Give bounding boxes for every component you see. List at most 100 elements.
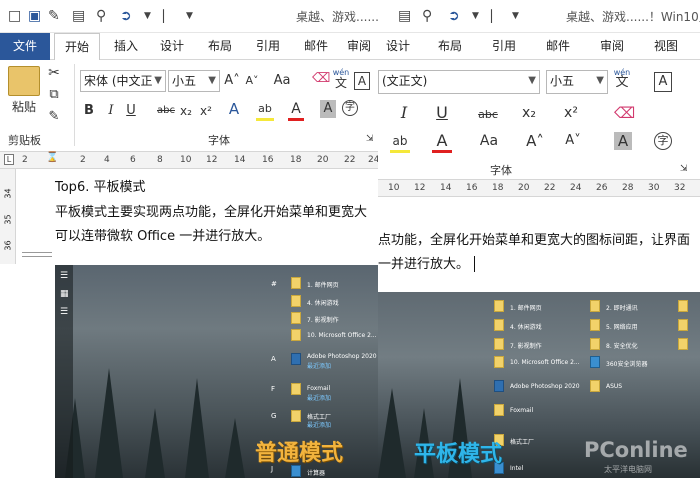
paste-icon[interactable] xyxy=(8,66,40,96)
start-item[interactable]: Foxmail xyxy=(307,385,330,392)
folder-icon[interactable] xyxy=(291,329,301,341)
folder-icon[interactable] xyxy=(494,300,504,312)
tab-references[interactable]: 引用 xyxy=(246,33,290,60)
start-item[interactable]: 10. Microsoft Office 2... xyxy=(307,332,377,339)
folder-icon[interactable] xyxy=(291,312,301,324)
superscript-button[interactable]: x² xyxy=(198,102,214,120)
dialog-launcher-icon[interactable]: ⇲ xyxy=(366,134,374,144)
enclose-character-icon[interactable]: 字 xyxy=(342,100,358,116)
underline-button[interactable]: U xyxy=(124,102,138,120)
start-item[interactable]: ASUS xyxy=(606,383,622,390)
superscript-button[interactable]: x² xyxy=(562,104,580,122)
paste-button[interactable]: 粘贴 xyxy=(6,98,42,116)
share-icon[interactable]: ➲ xyxy=(120,8,132,24)
share-icon[interactable]: ➲ xyxy=(448,8,460,24)
font-size-combo[interactable]: 小五 ▼ xyxy=(546,70,608,94)
folder-icon[interactable] xyxy=(291,295,301,307)
photoshop-icon[interactable] xyxy=(291,353,301,365)
font-size-combo[interactable]: 小五 ▼ xyxy=(168,70,220,92)
start-item[interactable]: 4. 休闲游戏 xyxy=(510,322,542,331)
character-border-button[interactable]: A xyxy=(654,72,672,92)
doc-heading[interactable]: Top6. 平板模式 xyxy=(55,176,145,199)
start-item[interactable]: Adobe Photoshop 2020 xyxy=(307,353,377,360)
character-border-button[interactable]: A xyxy=(354,72,370,90)
dropdown-arrow-icon[interactable]: ▼ xyxy=(472,8,479,24)
italic-button[interactable]: I xyxy=(104,102,118,120)
folder-icon[interactable] xyxy=(494,319,504,331)
start-item[interactable]: 7. 影视制作 xyxy=(307,315,339,324)
doc-paragraph-line[interactable]: 一并进行放大。 xyxy=(378,253,469,276)
cut-icon[interactable]: ✂ xyxy=(46,64,62,82)
tiles-icon[interactable]: ▦ xyxy=(60,289,69,299)
change-case-button[interactable]: Aa xyxy=(270,72,294,90)
tab-mailings[interactable]: 邮件 xyxy=(536,33,580,60)
find-icon[interactable]: ⚲ xyxy=(422,8,432,24)
enclose-character-icon[interactable]: 字 xyxy=(654,132,672,150)
start-item[interactable]: 格式工厂 xyxy=(510,437,534,446)
tab-file[interactable]: 文件 xyxy=(0,33,50,60)
tab-review[interactable]: 审阅 xyxy=(340,33,378,60)
shrink-font-button[interactable]: A˅ xyxy=(244,72,260,90)
tab-design[interactable]: 设计 xyxy=(378,33,418,60)
dropdown-arrow-icon[interactable]: ▼ xyxy=(144,8,151,24)
tab-references[interactable]: 引用 xyxy=(482,33,526,60)
print-preview-icon[interactable]: ▤ xyxy=(72,8,85,24)
character-shading-icon[interactable]: A xyxy=(614,132,632,150)
start-item[interactable]: 10. Microsoft Office 2... xyxy=(510,359,580,366)
start-item[interactable]: 360安全浏览器 xyxy=(606,359,647,368)
customize-toolbar-icon[interactable]: ▼ xyxy=(186,8,193,24)
phonetic-guide-button[interactable]: 文 xyxy=(332,74,350,92)
subscript-button[interactable]: x₂ xyxy=(178,102,194,120)
font-color-icon[interactable]: A xyxy=(432,132,452,153)
customize-toolbar-icon[interactable]: ▼ xyxy=(512,8,519,24)
tab-mailings[interactable]: 邮件 xyxy=(294,33,338,60)
grow-font-button[interactable]: A˄ xyxy=(526,132,544,150)
shrink-font-button[interactable]: A˅ xyxy=(564,132,582,150)
folder-icon[interactable] xyxy=(494,338,504,350)
highlight-icon[interactable]: ab xyxy=(390,132,410,153)
save-icon[interactable]: ▣ xyxy=(28,8,41,24)
indent-marker-icon[interactable]: ⌛ xyxy=(46,152,58,168)
folder-icon[interactable] xyxy=(590,380,600,392)
italic-button[interactable]: I xyxy=(396,104,412,122)
start-item[interactable]: 4. 休闲游戏 xyxy=(307,298,339,307)
tab-design[interactable]: 设计 xyxy=(150,33,194,60)
clear-formatting-icon[interactable]: ⌫ xyxy=(614,104,635,122)
start-item[interactable]: 7. 影视制作 xyxy=(510,341,542,350)
start-item[interactable]: Intel xyxy=(510,465,523,472)
grow-font-button[interactable]: A˄ xyxy=(224,72,240,90)
tab-layout[interactable]: 布局 xyxy=(428,33,472,60)
folder-icon[interactable] xyxy=(678,319,688,331)
browser-icon[interactable] xyxy=(590,356,600,368)
font-name-combo[interactable]: 宋体 (中文正 ▼ xyxy=(80,70,166,92)
subscript-button[interactable]: x₂ xyxy=(520,104,538,122)
font-name-combo[interactable]: (文正文) ▼ xyxy=(378,70,540,94)
folder-icon[interactable] xyxy=(678,338,688,350)
phonetic-guide-button[interactable]: 文 xyxy=(612,74,632,92)
tab-selector-icon[interactable]: L xyxy=(4,154,14,165)
highlight-icon[interactable]: ab xyxy=(256,100,274,121)
folder-icon[interactable] xyxy=(590,338,600,350)
text-effects-icon[interactable]: A xyxy=(226,100,242,118)
underline-button[interactable]: U xyxy=(434,104,450,122)
tab-insert[interactable]: 插入 xyxy=(104,33,148,60)
tab-home[interactable]: 开始 xyxy=(54,33,100,60)
find-icon[interactable]: ⚲ xyxy=(96,8,106,24)
start-item[interactable]: 1. 邮件网页 xyxy=(307,280,339,289)
start-item[interactable]: 1. 邮件网页 xyxy=(510,303,542,312)
change-case-button[interactable]: Aa xyxy=(476,132,502,150)
tab-review[interactable]: 审阅 xyxy=(590,33,634,60)
dialog-launcher-icon[interactable]: ⇲ xyxy=(680,164,688,174)
photoshop-icon[interactable] xyxy=(494,380,504,392)
start-item[interactable]: 计算器 xyxy=(307,468,325,477)
copy-icon[interactable]: ⧉ xyxy=(46,86,62,104)
format-painter-icon[interactable]: ✎ xyxy=(48,8,60,24)
start-item[interactable]: 8. 安全优化 xyxy=(606,341,638,350)
print-preview-icon[interactable]: ▤ xyxy=(398,8,411,24)
start-item[interactable]: 5. 网络应用 xyxy=(606,322,638,331)
hamburger-icon[interactable]: ☰ xyxy=(60,271,68,281)
start-item[interactable]: Adobe Photoshop 2020 xyxy=(510,383,580,390)
font-color-icon[interactable]: A xyxy=(288,100,304,121)
folder-icon[interactable] xyxy=(678,300,688,312)
strikethrough-button[interactable]: abc xyxy=(476,106,500,124)
